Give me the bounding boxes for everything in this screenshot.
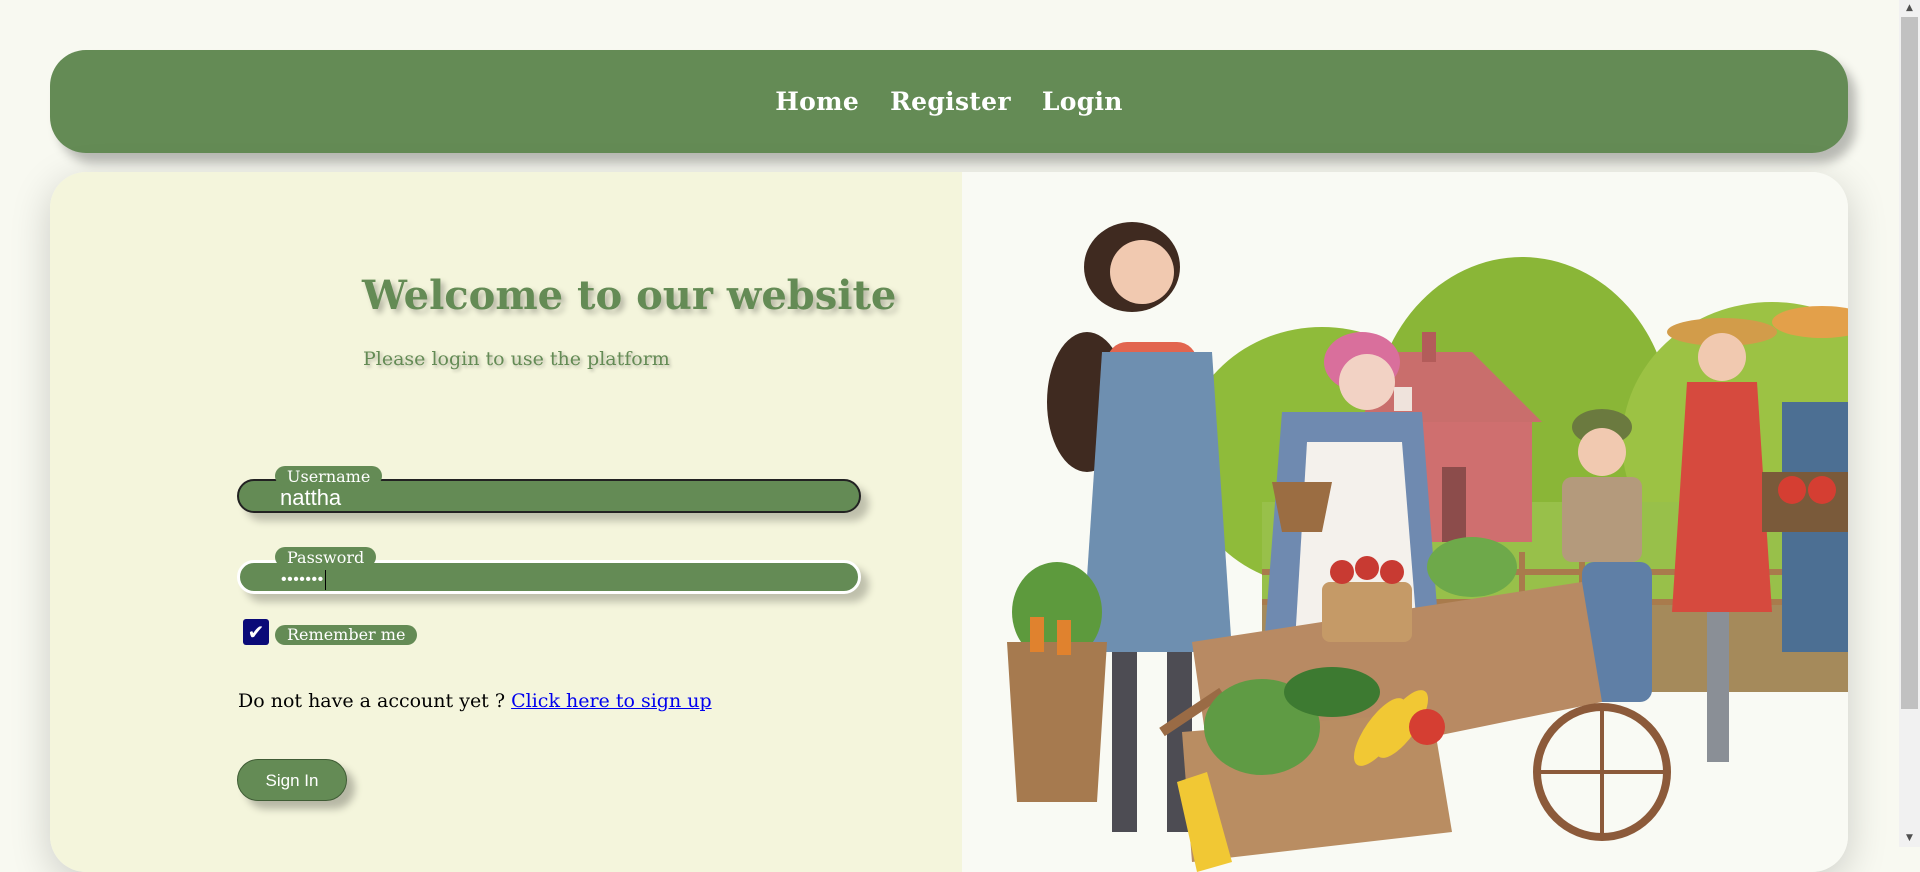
password-masked-value: ••••••• xyxy=(281,571,324,588)
strawberry xyxy=(1330,560,1354,584)
scroll-down-icon[interactable]: ▼ xyxy=(1899,830,1920,847)
username-value: nattha xyxy=(280,485,342,510)
pepper xyxy=(1409,709,1445,745)
username-label: Username xyxy=(275,466,383,486)
farmers-market-illustration-icon xyxy=(1007,222,1848,872)
remember-me-label[interactable]: Remember me xyxy=(275,625,418,645)
woman-apron xyxy=(1082,352,1232,652)
remember-me-checkbox[interactable]: ✔ xyxy=(243,619,269,645)
signup-prompt-text: Do not have a account yet ? xyxy=(238,690,506,712)
scrollbar-thumb[interactable] xyxy=(1901,17,1918,709)
illustration-panel xyxy=(962,172,1848,872)
checkmark-icon: ✔ xyxy=(247,620,265,644)
boy-shirt xyxy=(1562,477,1642,562)
nav-register-link[interactable]: Register xyxy=(890,87,1011,116)
girl-leg xyxy=(1707,612,1729,762)
signup-prompt-line: Do not have a account yet ? Click here t… xyxy=(238,690,712,712)
nav-login-link[interactable]: Login xyxy=(1042,87,1123,116)
barn-chimney xyxy=(1422,332,1436,362)
girl-dress xyxy=(1672,382,1772,612)
scroll-up-icon[interactable]: ▲ xyxy=(1899,0,1920,17)
carrot xyxy=(1030,617,1044,652)
old-woman-face xyxy=(1339,354,1395,410)
girl-face xyxy=(1698,333,1746,381)
sign-in-button[interactable]: Sign In xyxy=(237,759,347,801)
carrot xyxy=(1057,620,1071,655)
boy-face xyxy=(1578,428,1626,476)
lettuce xyxy=(1427,537,1517,597)
tomato xyxy=(1808,476,1836,504)
hanging-basket xyxy=(1272,482,1332,532)
nav-home-link[interactable]: Home xyxy=(775,87,859,116)
strawberry xyxy=(1380,560,1404,584)
top-navbar: Home Register Login xyxy=(50,50,1848,153)
watermelon xyxy=(1284,667,1380,717)
man-crate xyxy=(1762,472,1848,532)
tomato xyxy=(1778,476,1806,504)
strawberry xyxy=(1355,556,1379,580)
page-scrollbar[interactable]: ▲ ▼ xyxy=(1899,0,1920,847)
welcome-title: Welcome to our website xyxy=(362,272,897,319)
signup-link[interactable]: Click here to sign up xyxy=(511,690,712,712)
bread-basket xyxy=(1322,582,1412,642)
basket xyxy=(1007,642,1107,802)
barn-door xyxy=(1442,467,1466,542)
barn-window xyxy=(1394,387,1412,411)
woman-leg-left xyxy=(1112,652,1137,832)
login-card: Welcome to our website Please login to u… xyxy=(50,172,1848,872)
remember-me-row: ✔ Remember me xyxy=(243,619,418,645)
woman-face xyxy=(1110,240,1174,304)
text-caret xyxy=(324,569,326,590)
password-label: Password xyxy=(275,547,377,567)
welcome-subtitle: Please login to use the platform xyxy=(363,348,670,370)
login-form-panel: Welcome to our website Please login to u… xyxy=(50,172,962,872)
